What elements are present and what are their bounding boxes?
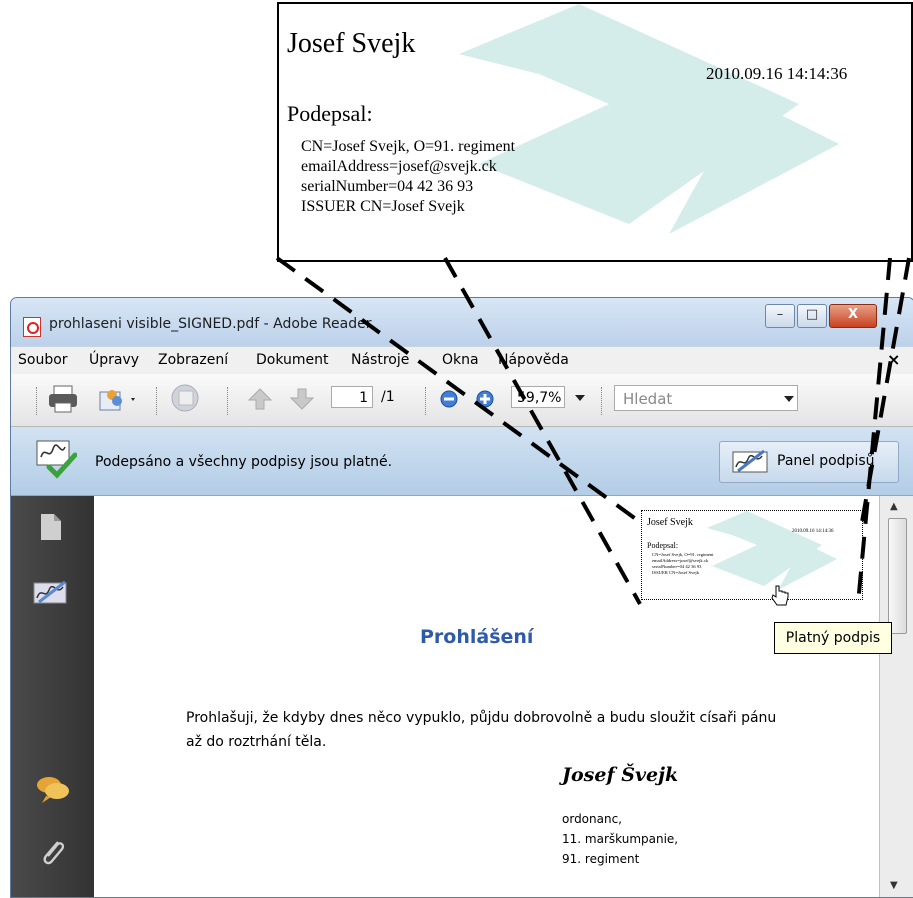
sign-icon[interactable] <box>169 382 205 414</box>
signer-line: 11. marškumpanie, <box>562 832 679 846</box>
menu-upravy[interactable]: Úpravy <box>89 352 139 368</box>
toolbar-grip <box>601 387 605 415</box>
signature-panel-label: Panel podpisů <box>777 453 875 469</box>
vertical-scrollbar[interactable]: ▲ ▼ <box>879 496 913 897</box>
zoom-level-input[interactable]: 59,7% <box>511 386 565 408</box>
menu-okna[interactable]: Okna <box>442 352 479 368</box>
scroll-up-icon[interactable]: ▲ <box>890 501 898 512</box>
scroll-down-icon[interactable]: ▼ <box>890 880 898 891</box>
toolbar-grip <box>425 387 429 415</box>
mini-cert-details: CN=Josef Svejk, O=91. regiment emailAddr… <box>652 552 713 576</box>
menu-soubor[interactable]: Soubor <box>18 352 68 368</box>
prev-page-icon[interactable] <box>247 387 273 411</box>
pdf-icon <box>23 317 41 337</box>
minimize-button[interactable]: – <box>765 304 795 328</box>
toolbar: 1 /1 59,7% Hledat <box>11 374 913 427</box>
mini-signed-heading: Podepsal: <box>647 541 679 550</box>
menu-bar: Soubor Úpravy Zobrazení Dokument Nástroj… <box>11 346 913 375</box>
zoom-in-icon[interactable] <box>475 389 495 409</box>
signature-valid-icon <box>36 440 77 479</box>
document-body: Prohlašuji, že kdyby dnes něco vypuklo, … <box>186 710 777 750</box>
signature-tooltip: Platný podpis <box>774 622 892 654</box>
toolbar-grip <box>227 387 231 415</box>
comments-icon[interactable] <box>36 774 70 804</box>
close-button[interactable]: X <box>829 304 877 328</box>
signer-details: ordonanc, 11. marškumpanie, 91. regiment <box>562 809 678 869</box>
signatures-icon[interactable] <box>33 580 69 606</box>
next-page-icon[interactable] <box>289 387 315 411</box>
signature-status-text: Podepsáno a všechny podpisy jsou platné. <box>95 454 393 470</box>
mini-cert-line: ISSUER CN=Josef Svejk <box>652 570 700 575</box>
scroll-thumb[interactable] <box>888 518 907 634</box>
mini-signer-name: Josef Svejk <box>647 517 693 528</box>
menu-napoveda[interactable]: Nápověda <box>498 352 569 368</box>
zoom-cert-line: CN=Josef Svejk, O=91. regiment <box>301 138 516 155</box>
title-bar[interactable]: prohlaseni visible_SIGNED.pdf - Adobe Re… <box>11 298 913 346</box>
zoom-cert-line: serialNumber=04 42 36 93 <box>301 178 474 195</box>
navigation-panel <box>11 496 94 897</box>
close-icon: X <box>847 307 859 322</box>
menu-close-icon[interactable]: × <box>887 350 900 369</box>
signature-status-bar: Podepsáno a všechny podpisy jsou platné.… <box>11 427 913 496</box>
page-number-input[interactable]: 1 <box>331 386 373 408</box>
hand-cursor-icon <box>771 585 789 606</box>
page-total: /1 <box>381 389 395 405</box>
minimize-icon: – <box>776 307 784 322</box>
signature-field[interactable]: Josef Svejk 2010.09.16 14:14:36 Podepsal… <box>641 510 863 600</box>
print-icon[interactable] <box>47 384 79 414</box>
maximize-button[interactable]: □ <box>797 304 827 328</box>
toolbar-grip <box>156 387 160 415</box>
window-title: prohlaseni visible_SIGNED.pdf - Adobe Re… <box>49 316 372 332</box>
document-page: Josef Svejk 2010.09.16 14:14:36 Podepsal… <box>94 496 892 897</box>
search-input[interactable]: Hledat <box>614 385 798 411</box>
menu-zobrazeni[interactable]: Zobrazení <box>158 352 228 368</box>
menu-dokument[interactable]: Dokument <box>256 352 329 368</box>
search-dropdown-icon[interactable] <box>784 395 794 403</box>
zoom-signed-heading: Podepsal: <box>287 101 373 126</box>
signature-zoom-callout: Josef Svejk 2010.09.16 14:14:36 Podepsal… <box>277 2 913 262</box>
mini-sign-date: 2010.09.16 14:14:36 <box>792 529 834 534</box>
signer-line: ordonanc, <box>562 812 622 826</box>
signature-panel-button[interactable]: Panel podpisů <box>719 441 899 483</box>
pages-icon[interactable] <box>39 512 63 542</box>
zoom-signer-name: Josef Svejk <box>287 28 416 59</box>
zoom-cert-line: ISSUER CN=Josef Svejk <box>301 198 465 215</box>
reader-window: prohlaseni visible_SIGNED.pdf - Adobe Re… <box>10 297 913 898</box>
menu-nastroje[interactable]: Nástroje <box>351 352 409 368</box>
maximize-icon: □ <box>805 307 819 322</box>
handwritten-signature: Josef Švejk <box>562 764 679 786</box>
signature-panel-icon <box>732 449 768 473</box>
zoom-cert-details: CN=Josef Svejk, O=91. regiment emailAddr… <box>301 137 515 217</box>
zoom-out-icon[interactable] <box>439 389 459 409</box>
signer-line: 91. regiment <box>562 852 640 866</box>
zoom-cert-line: emailAddress=josef@svejk.ck <box>301 158 497 175</box>
toolbar-grip <box>36 387 40 415</box>
share-icon[interactable] <box>97 384 141 414</box>
zoom-dropdown-icon[interactable] <box>574 394 586 402</box>
attachments-icon[interactable] <box>38 836 68 868</box>
document-title: Prohlášení <box>420 626 534 648</box>
zoom-sign-date: 2010.09.16 14:14:36 <box>706 64 848 83</box>
